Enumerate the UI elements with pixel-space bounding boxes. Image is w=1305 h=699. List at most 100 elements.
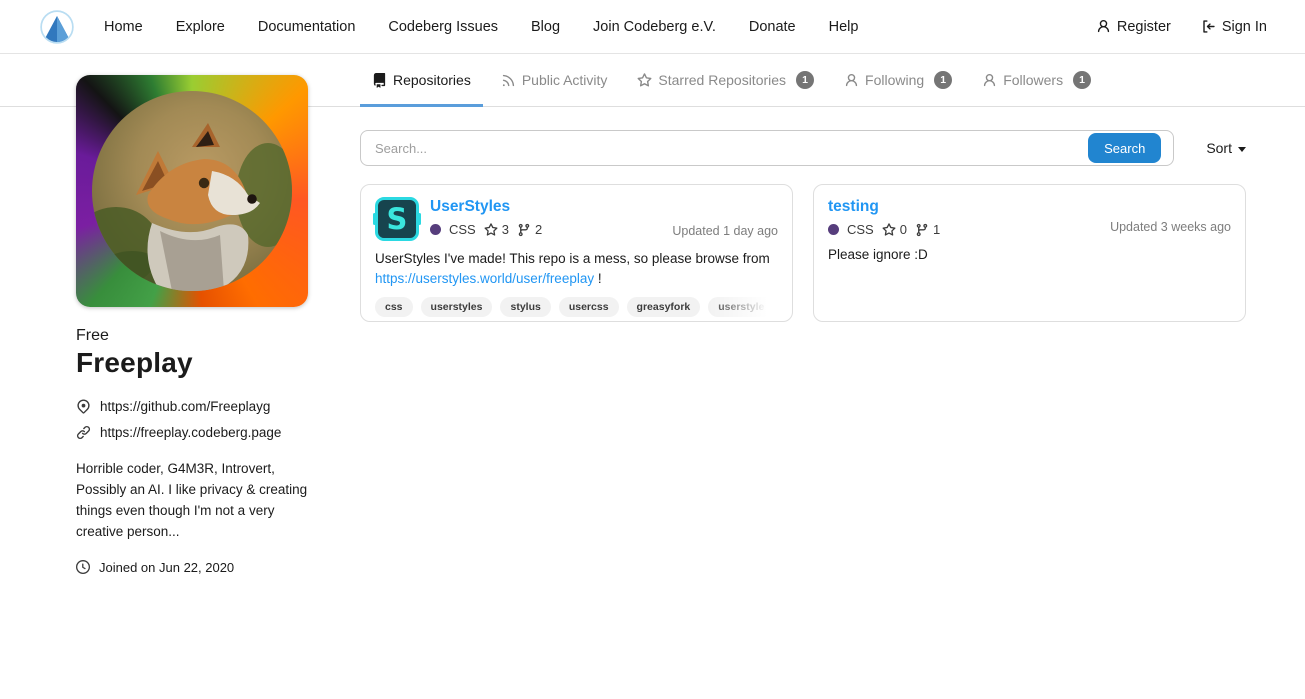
- repo-meta-row: CSS 0 1: [828, 222, 1099, 237]
- sort-label: Sort: [1206, 140, 1232, 156]
- repo-title-block: testing CSS 0 1: [828, 197, 1099, 237]
- topic-tag[interactable]: userstyle: [708, 297, 774, 317]
- tab-followers[interactable]: Followers 1: [970, 54, 1103, 106]
- repo-description-text: UserStyles I've made! This repo is a mes…: [375, 251, 770, 266]
- tab-following[interactable]: Following 1: [832, 54, 964, 106]
- tab-count-badge: 1: [796, 71, 814, 89]
- sort-dropdown[interactable]: Sort: [1206, 140, 1246, 156]
- star-count-value: 3: [502, 222, 509, 237]
- repo-updated-time: Updated 3 weeks ago: [1110, 220, 1231, 237]
- language-label: CSS: [449, 222, 476, 237]
- topic-tag[interactable]: stylus: [500, 297, 550, 317]
- sign-in-label: Sign In: [1222, 19, 1267, 35]
- nav-item-donate[interactable]: Donate: [749, 19, 796, 35]
- repo-description: Please ignore :D: [828, 245, 1231, 265]
- language-dot: [828, 224, 839, 235]
- profile-link-text: https://github.com/Freeplayg: [100, 399, 270, 414]
- location-icon: [76, 399, 91, 414]
- sign-in-icon: [1201, 19, 1216, 34]
- star-count[interactable]: 3: [484, 222, 509, 237]
- tab-starred-repositories[interactable]: Starred Repositories 1: [625, 54, 826, 106]
- star-count-value: 0: [900, 222, 907, 237]
- nav-item-home[interactable]: Home: [104, 19, 143, 35]
- repo-updated-time: Updated 1 day ago: [672, 224, 778, 241]
- repo-description: UserStyles I've made! This repo is a mes…: [375, 249, 778, 290]
- search-input[interactable]: [361, 141, 1088, 156]
- tab-label: Repositories: [393, 72, 471, 88]
- chevron-down-icon: [1238, 147, 1246, 152]
- tab-label: Public Activity: [522, 72, 608, 88]
- fork-icon: [517, 223, 531, 237]
- repository-list: S UserStyles CSS 3 2 Updated 1 day ago UserSty…: [360, 184, 1246, 322]
- fork-count-value: 2: [535, 222, 542, 237]
- fork-count[interactable]: 1: [915, 222, 940, 237]
- sign-in-link[interactable]: Sign In: [1201, 19, 1267, 35]
- nav-menu: Home Explore Documentation Codeberg Issues B…: [104, 19, 858, 35]
- person-icon: [1096, 19, 1111, 34]
- profile-sidebar: Free Freeplay https://github.com/Freepla…: [76, 75, 308, 575]
- nav-auth-area: Register Sign In: [1096, 19, 1267, 35]
- profile-links: https://github.com/Freeplayg https://free…: [76, 399, 308, 440]
- star-icon: [484, 223, 498, 237]
- profile-display-name: Free: [76, 327, 308, 345]
- tab-label: Starred Repositories: [658, 72, 786, 88]
- search-box: Search: [360, 130, 1174, 166]
- person-icon: [844, 73, 859, 88]
- search-button[interactable]: Search: [1088, 133, 1161, 163]
- repo-description-link[interactable]: https://userstyles.world/user/freeplay: [375, 271, 594, 286]
- tab-count-badge: 1: [934, 71, 952, 89]
- fork-count[interactable]: 2: [517, 222, 542, 237]
- topic-tag[interactable]: userstyles: [421, 297, 493, 317]
- link-icon: [76, 425, 91, 440]
- repo-description-text: Please ignore :D: [828, 247, 928, 262]
- language-dot: [430, 224, 441, 235]
- nav-item-explore[interactable]: Explore: [176, 19, 225, 35]
- rss-icon: [501, 73, 516, 88]
- language-label: CSS: [847, 222, 874, 237]
- tab-public-activity[interactable]: Public Activity: [489, 54, 620, 106]
- tab-count-badge: 1: [1073, 71, 1091, 89]
- repo-card-header: S UserStyles CSS 3 2 Updated 1 day ago: [375, 197, 778, 241]
- fork-icon: [915, 223, 929, 237]
- nav-item-join-codeberg-e-v[interactable]: Join Codeberg e.V.: [593, 19, 716, 35]
- repo-title-block: UserStyles CSS 3 2: [430, 197, 661, 241]
- user-avatar[interactable]: [76, 75, 308, 307]
- codeberg-logo[interactable]: [40, 10, 74, 44]
- profile-link[interactable]: https://freeplay.codeberg.page: [76, 425, 308, 440]
- repo-topics: css userstyles stylus usercss greasyfork user…: [375, 297, 778, 317]
- repo-card-header: testing CSS 0 1 Updated 3 weeks ago: [828, 197, 1231, 237]
- repo-search-row: Search Sort: [360, 130, 1246, 166]
- nav-item-help[interactable]: Help: [829, 19, 859, 35]
- profile-username: Freeplay: [76, 347, 308, 379]
- repo-card: testing CSS 0 1 Updated 3 weeks ago Please ig…: [813, 184, 1246, 322]
- repo-avatar: S: [375, 197, 419, 241]
- topic-tag[interactable]: usercss: [559, 297, 619, 317]
- nav-item-codeberg-issues[interactable]: Codeberg Issues: [388, 19, 498, 35]
- star-count[interactable]: 0: [882, 222, 907, 237]
- repo-description-suffix: !: [594, 271, 602, 286]
- profile-link-text: https://freeplay.codeberg.page: [100, 425, 281, 440]
- profile-link[interactable]: https://github.com/Freeplayg: [76, 399, 308, 414]
- nav-item-documentation[interactable]: Documentation: [258, 19, 356, 35]
- repo-name-link[interactable]: UserStyles: [430, 198, 510, 215]
- register-link[interactable]: Register: [1096, 19, 1171, 35]
- top-navbar: Home Explore Documentation Codeberg Issues B…: [0, 0, 1305, 54]
- main-content: Search Sort S UserStyles CSS 3 2 Updated 1 da…: [360, 130, 1246, 322]
- fox-photo: [92, 91, 292, 291]
- register-label: Register: [1117, 19, 1171, 35]
- repo-card: S UserStyles CSS 3 2 Updated 1 day ago UserSty…: [360, 184, 793, 322]
- repo-name-link[interactable]: testing: [828, 198, 879, 215]
- topic-tag[interactable]: css: [375, 297, 413, 317]
- star-icon: [637, 73, 652, 88]
- fork-count-value: 1: [933, 222, 940, 237]
- profile-bio: Horrible coder, G4M3R, Introvert, Possib…: [76, 459, 308, 543]
- tab-repositories[interactable]: Repositories: [360, 54, 483, 106]
- profile-joined: Joined on Jun 22, 2020: [76, 560, 308, 575]
- tab-label: Followers: [1003, 72, 1063, 88]
- topic-tag[interactable]: greasyfork: [627, 297, 701, 317]
- repo-meta-row: CSS 3 2: [430, 222, 661, 237]
- nav-item-blog[interactable]: Blog: [531, 19, 560, 35]
- tab-label: Following: [865, 72, 924, 88]
- clock-icon: [76, 560, 90, 574]
- star-icon: [882, 223, 896, 237]
